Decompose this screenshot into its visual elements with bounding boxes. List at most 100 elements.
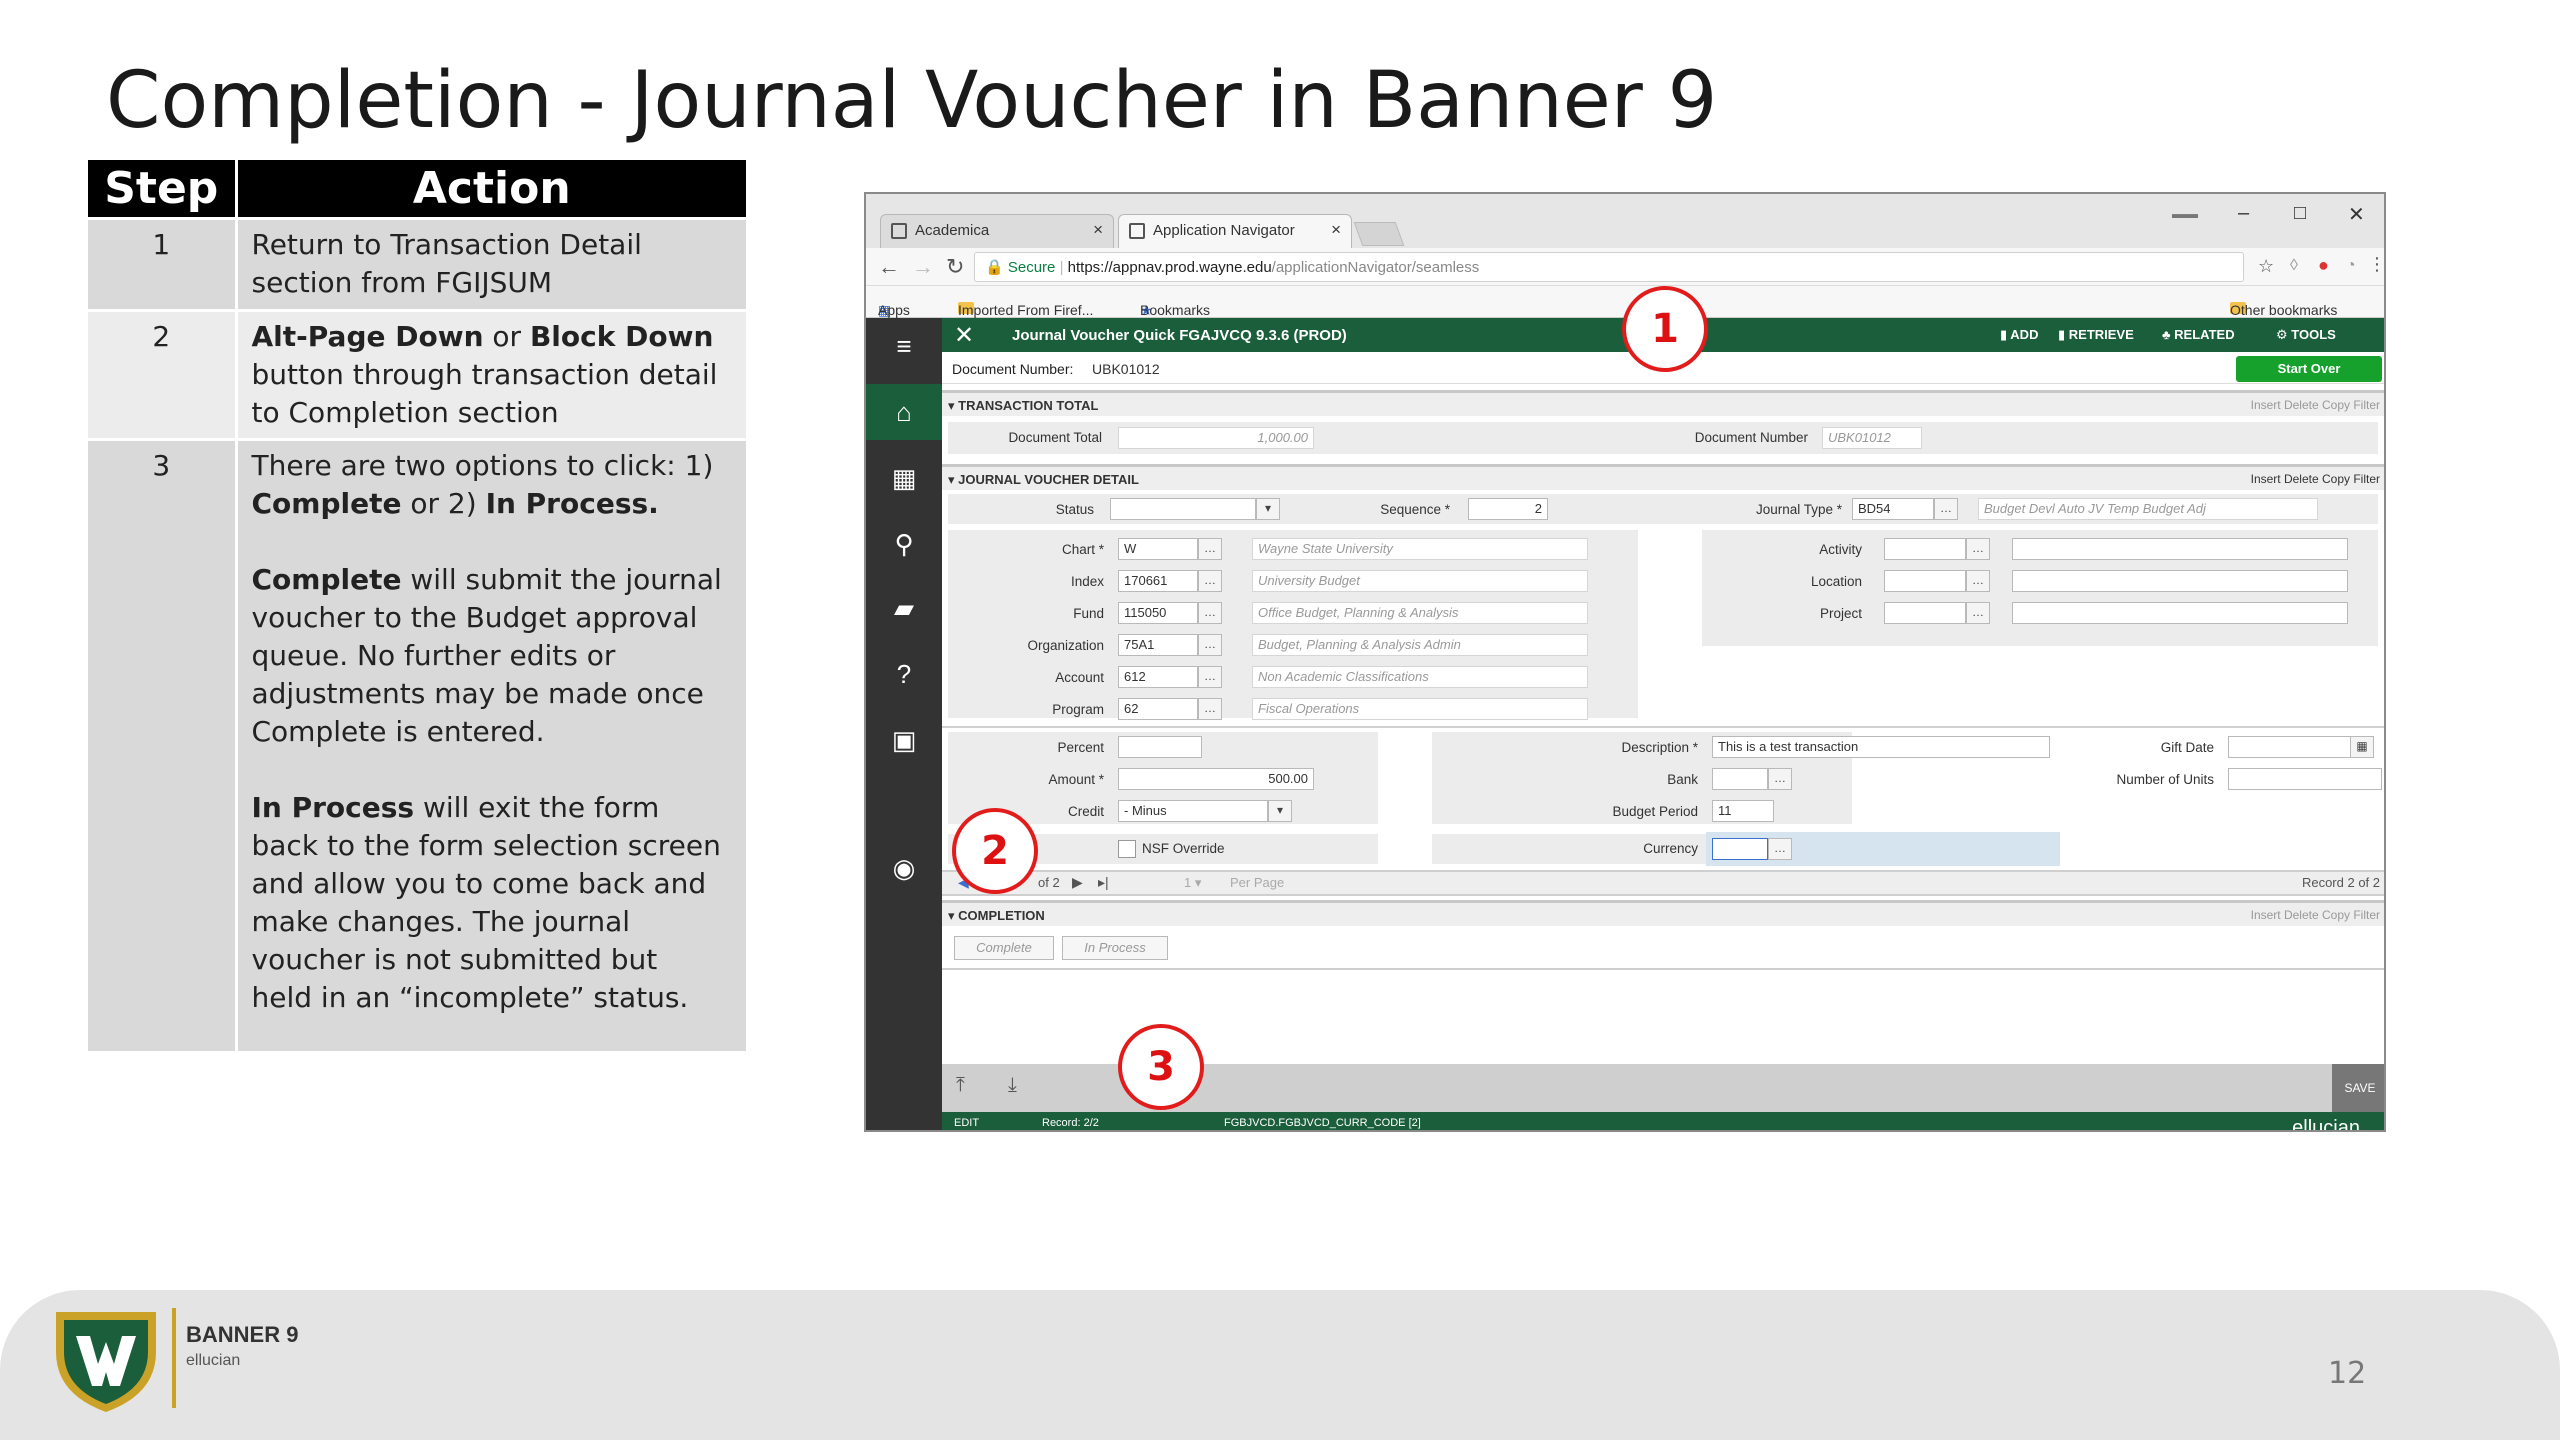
fund-field[interactable]: 115050 bbox=[1118, 602, 1198, 624]
completion-section-header[interactable]: ▾ COMPLETION Insert Delete Copy Filter bbox=[942, 900, 2384, 926]
section-toolbar[interactable]: Insert Delete Copy Filter bbox=[2251, 908, 2380, 922]
extension-shield-icon[interactable]: ◊ bbox=[2290, 257, 2298, 275]
location-field[interactable] bbox=[1884, 570, 1966, 592]
banner-form: ✕ Journal Voucher Quick FGAJVCQ 9.3.6 (P… bbox=[942, 318, 2384, 1130]
activity-desc bbox=[2012, 538, 2348, 560]
add-button[interactable]: ▮ ADD bbox=[2000, 327, 2038, 343]
activity-field[interactable] bbox=[1884, 538, 1966, 560]
project-lookup[interactable]: … bbox=[1966, 602, 1990, 624]
profile-icon[interactable]: ▬▬ bbox=[2172, 206, 2198, 221]
chart-lookup[interactable]: … bbox=[1198, 538, 1222, 560]
recent-folder-icon[interactable]: ▰ bbox=[866, 580, 942, 636]
complete-button[interactable]: Complete bbox=[954, 936, 1054, 960]
save-button[interactable]: SAVE bbox=[2332, 1064, 2384, 1112]
amount-field[interactable]: 500.00 bbox=[1118, 768, 1314, 790]
browser-titlebar: Academica × Application Navigator × ▬▬ –… bbox=[866, 194, 2384, 248]
budget-period-field[interactable]: 11 bbox=[1712, 800, 1774, 822]
percent-field[interactable] bbox=[1118, 736, 1202, 758]
tab-label: Academica bbox=[915, 222, 990, 239]
slide-title: Completion - Journal Voucher in Banner 9 bbox=[106, 56, 1718, 146]
tab-close-icon[interactable]: × bbox=[1093, 220, 1103, 240]
description-field[interactable]: This is a test transaction bbox=[1712, 736, 2050, 758]
start-over-button[interactable]: Start Over bbox=[2236, 356, 2382, 382]
tab-close-icon[interactable]: × bbox=[1331, 220, 1341, 240]
close-window-icon[interactable]: ✕ bbox=[2348, 202, 2365, 227]
tt-document-number-field[interactable]: UBK01012 bbox=[1822, 427, 1922, 449]
bank-lookup[interactable]: … bbox=[1768, 768, 1792, 790]
menu-kebab-icon[interactable]: ⋮ bbox=[2368, 254, 2384, 275]
table-header-row: Step Action bbox=[88, 160, 746, 218]
search-icon[interactable]: ⚲ bbox=[866, 516, 942, 572]
back-icon[interactable]: ← bbox=[878, 254, 900, 280]
related-button[interactable]: ♣ RELATED bbox=[2162, 327, 2235, 342]
home-icon[interactable]: ⌂ bbox=[866, 384, 942, 440]
maximize-icon[interactable]: □ bbox=[2294, 202, 2306, 225]
next-block-icon[interactable]: ⤓ bbox=[1008, 1074, 1017, 1097]
wayne-state-shield-icon bbox=[56, 1312, 156, 1412]
status-dropdown-icon[interactable]: ▾ bbox=[1256, 498, 1280, 520]
program-lookup[interactable]: … bbox=[1198, 698, 1222, 720]
location-lookup[interactable]: … bbox=[1966, 570, 1990, 592]
account-lookup[interactable]: … bbox=[1198, 666, 1222, 688]
currency-field[interactable] bbox=[1712, 838, 1768, 860]
extension-icon[interactable]: ◔ bbox=[2346, 257, 2356, 275]
per-page-select[interactable]: 1 ▾ bbox=[1184, 875, 1201, 891]
hamburger-menu-icon[interactable]: ≡ bbox=[866, 318, 942, 374]
section-toolbar[interactable]: Insert Delete Copy Filter bbox=[2251, 472, 2380, 486]
in-process-button[interactable]: In Process bbox=[1062, 936, 1168, 960]
minimize-icon[interactable]: – bbox=[2238, 202, 2249, 225]
chart-field[interactable]: W bbox=[1118, 538, 1198, 560]
previous-block-icon[interactable]: ⤒ bbox=[956, 1074, 965, 1097]
organization-field[interactable]: 75A1 bbox=[1118, 634, 1198, 656]
applications-grid-icon[interactable]: ▦ bbox=[866, 450, 942, 506]
tab-favicon-icon bbox=[891, 223, 907, 239]
nsf-override-checkbox[interactable] bbox=[1118, 840, 1136, 858]
user-profile-icon[interactable]: ◉ bbox=[866, 840, 942, 896]
currency-lookup[interactable]: … bbox=[1768, 838, 1792, 860]
tools-button[interactable]: ⚙ TOOLS bbox=[2276, 327, 2336, 343]
sequence-field[interactable]: 2 bbox=[1468, 498, 1548, 520]
index-lookup[interactable]: … bbox=[1198, 570, 1222, 592]
completion-body: Complete In Process bbox=[942, 926, 2384, 970]
next-page-icon[interactable]: ▶ bbox=[1072, 874, 1083, 891]
jv-detail-body: Status ▾ Sequence * 2 Journal Type * BD5… bbox=[942, 490, 2384, 824]
retrieve-button[interactable]: ▮ RETRIEVE bbox=[2058, 327, 2134, 343]
step-number: 3 bbox=[88, 437, 238, 1051]
transaction-total-section-header[interactable]: ▾ TRANSACTION TOTAL Insert Delete Copy F… bbox=[942, 390, 2384, 416]
account-field[interactable]: 612 bbox=[1118, 666, 1198, 688]
address-bar: ← → ↻ 🔒 Secure | https://appnav.prod.way… bbox=[866, 248, 2384, 286]
reload-icon[interactable]: ↻ bbox=[946, 254, 964, 280]
journal-type-field[interactable]: BD54 bbox=[1852, 498, 1934, 520]
close-form-icon[interactable]: ✕ bbox=[954, 321, 974, 350]
url-input[interactable]: 🔒 Secure | https://appnav.prod.wayne.edu… bbox=[974, 252, 2244, 282]
status-select[interactable] bbox=[1110, 498, 1256, 520]
bank-field[interactable] bbox=[1712, 768, 1768, 790]
index-field[interactable]: 170661 bbox=[1118, 570, 1198, 592]
browser-tab-app-navigator[interactable]: Application Navigator × bbox=[1118, 214, 1352, 248]
calendar-icon[interactable]: ▦ bbox=[2350, 736, 2374, 758]
document-total-field[interactable]: 1,000.00 bbox=[1118, 427, 1314, 449]
location-desc bbox=[2012, 570, 2348, 592]
project-field[interactable] bbox=[1884, 602, 1966, 624]
credit-dropdown-icon[interactable]: ▾ bbox=[1268, 800, 1292, 822]
gift-date-field[interactable] bbox=[2228, 736, 2370, 758]
credit-select[interactable]: - Minus bbox=[1118, 800, 1268, 822]
jv-detail-section-header[interactable]: ▾ JOURNAL VOUCHER DETAIL Insert Delete C… bbox=[942, 464, 2384, 490]
last-page-icon[interactable]: ▸| bbox=[1098, 874, 1109, 891]
forward-icon[interactable]: → bbox=[912, 254, 934, 280]
fund-lookup[interactable]: … bbox=[1198, 602, 1222, 624]
new-tab-button[interactable] bbox=[1353, 222, 1405, 246]
browser-tab-academica[interactable]: Academica × bbox=[880, 214, 1114, 248]
index-desc: University Budget bbox=[1252, 570, 1588, 592]
bookmark-star-icon[interactable]: ☆ bbox=[2258, 256, 2274, 277]
section-toolbar[interactable]: Insert Delete Copy Filter bbox=[2251, 398, 2380, 412]
activity-lookup[interactable]: … bbox=[1966, 538, 1990, 560]
number-of-units-field[interactable] bbox=[2228, 768, 2382, 790]
organization-lookup[interactable]: … bbox=[1198, 634, 1222, 656]
journal-type-lookup[interactable]: … bbox=[1934, 498, 1958, 520]
lock-icon[interactable]: ▣ bbox=[866, 712, 942, 768]
help-icon[interactable]: ? bbox=[866, 646, 942, 702]
extension-stop-icon[interactable]: ● bbox=[2318, 255, 2329, 276]
tt-document-number-label: Document Number bbox=[1694, 430, 1808, 445]
program-field[interactable]: 62 bbox=[1118, 698, 1198, 720]
